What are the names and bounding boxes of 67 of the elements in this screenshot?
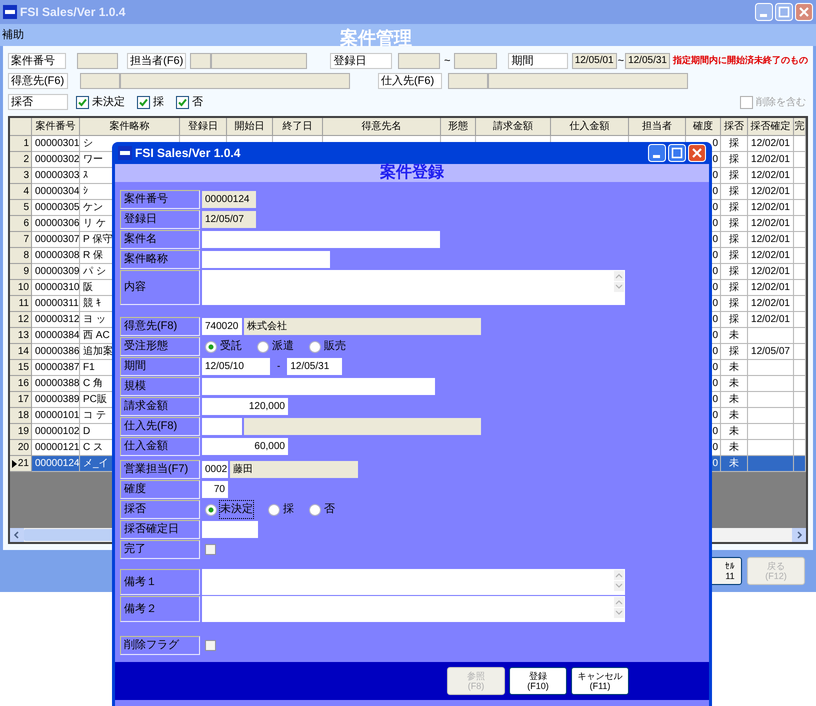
row-number: 5	[23, 201, 29, 215]
radio-label: 販売	[324, 339, 346, 354]
table-cell: 00000124	[32, 456, 80, 472]
field-label: 請求金額	[120, 397, 200, 416]
row-number: 21	[18, 457, 29, 471]
field-label: 規模	[120, 377, 200, 396]
row-number: 14	[18, 345, 29, 359]
field-label: 営業担当(F7)	[120, 460, 200, 479]
dialog-heading: 案件登録	[380, 164, 444, 182]
row-number: 11	[18, 297, 29, 311]
radio-label: 派遣	[272, 339, 294, 354]
table-cell: 未	[721, 456, 748, 472]
field-label: 内容	[120, 270, 200, 305]
row-number: 4	[23, 185, 29, 199]
row-number: 9	[23, 265, 29, 279]
radio-label: 未決定	[220, 501, 253, 518]
checkbox-label: 削除を含む	[756, 96, 806, 110]
radio-label: 採	[283, 502, 294, 518]
field-label: 登録日	[120, 210, 200, 229]
field-label: 採否	[8, 94, 68, 110]
field-label: 備考２	[120, 596, 200, 622]
field-label: 得意先(F8)	[120, 317, 200, 336]
row-number: 7	[23, 233, 29, 247]
field-label: 仕入先(F6)	[378, 73, 442, 89]
field-label: 登録日	[330, 53, 392, 69]
field-label: 採否	[120, 500, 200, 519]
field-label: 担当者(F6)	[127, 53, 186, 69]
field-label: 案件略称	[120, 250, 200, 269]
field-label: 期間	[508, 53, 568, 69]
window-title: FSI Sales/Ver 1.0.4	[20, 4, 126, 21]
field-label: 採否確定日	[120, 520, 200, 539]
range-separator: ~	[616, 54, 626, 69]
field-label: 期間	[120, 357, 200, 376]
field-label: 受注形態	[120, 337, 200, 356]
row-number: 10	[18, 281, 29, 295]
field-label: 確度	[120, 480, 200, 499]
page-heading: 案件管理	[340, 27, 412, 50]
radio-label: 否	[324, 502, 335, 518]
filter-note: 指定期間内に開始済未終了のもの	[672, 54, 808, 68]
range-separator: ~	[443, 54, 452, 69]
radio-label: 受託	[220, 338, 242, 354]
row-number: 2	[23, 153, 29, 167]
checkbox-label: 未決定	[92, 94, 125, 110]
row-number: 18	[18, 409, 29, 423]
range-separator: -	[276, 360, 282, 374]
field-label: 案件番号	[8, 53, 66, 69]
field-label: 備考１	[120, 569, 200, 595]
field-label: 得意先(F6)	[8, 73, 68, 89]
row-number: 1	[23, 137, 29, 151]
row-number: 6	[23, 217, 29, 231]
field-label: 仕入金額	[120, 437, 200, 456]
row-number: 20	[18, 441, 29, 455]
row-number: 15	[18, 361, 29, 375]
row-number: 17	[18, 393, 29, 407]
field-label: 仕入先(F8)	[120, 417, 200, 436]
row-number: 19	[18, 425, 29, 439]
checkbox-label: 採	[153, 94, 164, 110]
row-number: 8	[23, 249, 29, 263]
checkbox-label: 否	[192, 94, 203, 110]
field-label: 案件番号	[120, 190, 200, 209]
row-number: 3	[23, 169, 29, 183]
row-number: 12	[18, 313, 29, 327]
field-label: 完了	[120, 540, 200, 559]
field-label: 削除フラグ	[120, 636, 200, 655]
row-number: 13	[18, 329, 29, 343]
field-label: 案件名	[120, 230, 200, 249]
row-number: 16	[18, 377, 29, 391]
